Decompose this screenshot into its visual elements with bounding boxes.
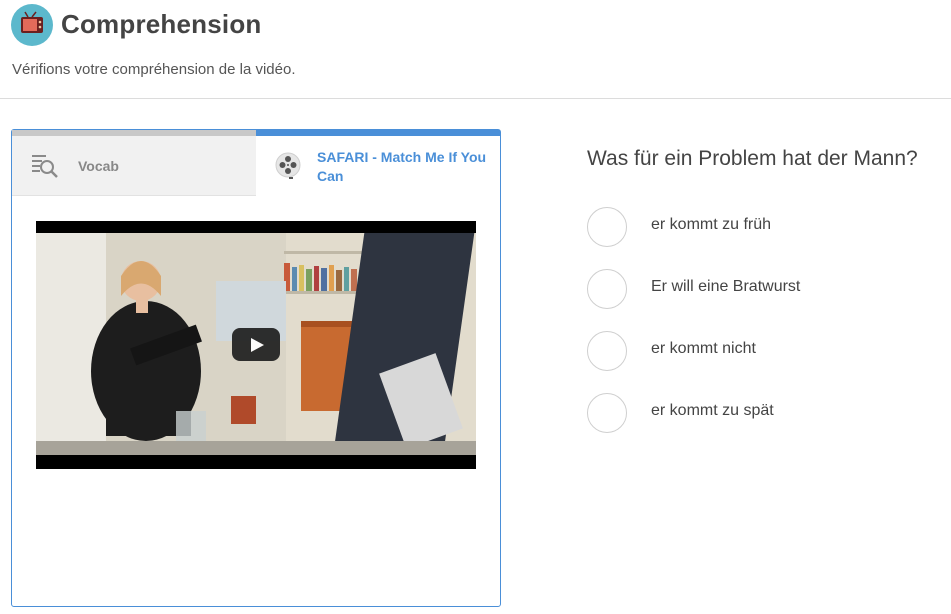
radio-button[interactable] — [587, 269, 627, 309]
radio-button[interactable] — [587, 331, 627, 371]
film-reel-icon — [274, 151, 304, 181]
media-panel: Vocab SAFARI - Match Me If You Can — [11, 129, 501, 607]
tab-safari[interactable]: SAFARI - Match Me If You Can — [256, 130, 500, 196]
page-subtitle: Vérifions votre compréhension de la vidé… — [12, 61, 296, 78]
radio-button[interactable] — [587, 393, 627, 433]
quiz-question: Was für ein Problem hat der Mann? — [587, 147, 918, 170]
answer-option[interactable]: er kommt zu spät — [587, 393, 927, 433]
radio-button[interactable] — [587, 207, 627, 247]
magnifier-list-icon — [30, 151, 60, 181]
answer-option[interactable]: er kommt nicht — [587, 331, 927, 371]
tab-vocab-label: Vocab — [78, 158, 119, 174]
answer-option[interactable]: er kommt zu früh — [587, 207, 927, 247]
tab-safari-label: SAFARI - Match Me If You Can — [317, 149, 487, 184]
answer-option[interactable]: Er will eine Bratwurst — [587, 269, 927, 309]
play-icon[interactable] — [232, 328, 280, 361]
page-header: Comprehension Vérifions votre compréhens… — [0, 0, 951, 99]
answer-label: er kommt nicht — [651, 340, 756, 357]
page-title: Comprehension — [61, 9, 262, 39]
tv-icon — [11, 4, 53, 46]
answer-label: er kommt zu früh — [651, 216, 772, 233]
video-player[interactable] — [36, 221, 476, 469]
tab-vocab[interactable]: Vocab — [12, 130, 256, 196]
answer-label: er kommt zu spät — [651, 402, 774, 419]
answer-label: Er will eine Bratwurst — [651, 278, 801, 295]
